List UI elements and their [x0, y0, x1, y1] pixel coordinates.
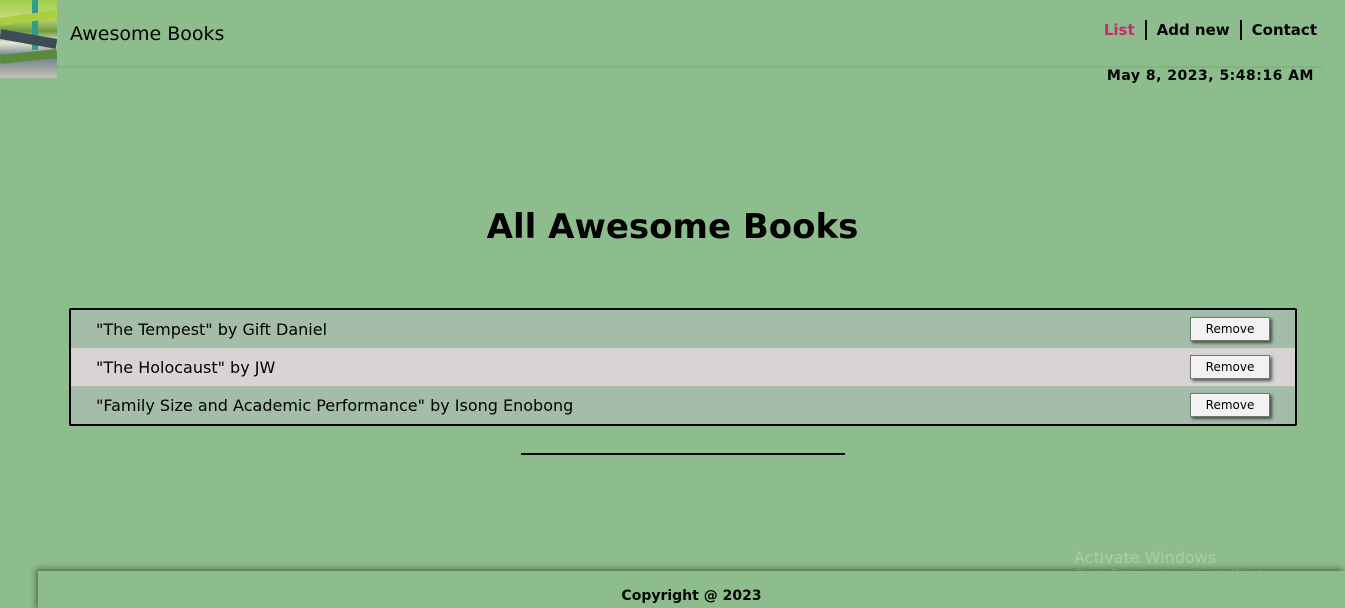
remove-button[interactable]: Remove	[1190, 317, 1270, 341]
current-datetime: May 8, 2023, 5:48:16 AM	[1106, 68, 1314, 84]
nav-add-new-link[interactable]: Add new	[1144, 20, 1240, 40]
remove-button[interactable]: Remove	[1190, 393, 1270, 417]
nav-contact-link[interactable]: Contact	[1239, 20, 1317, 40]
book-row: "The Tempest" by Gift Daniel Remove	[71, 310, 1295, 348]
remove-button[interactable]: Remove	[1190, 355, 1270, 379]
section-divider	[521, 453, 845, 455]
footer: Copyright @ 2023	[38, 571, 1345, 608]
main-nav: List Add new Contact	[1094, 20, 1317, 40]
logo-image	[0, 0, 57, 78]
book-row: "The Holocaust" by JW Remove	[71, 348, 1295, 386]
book-row: "Family Size and Academic Performance" b…	[71, 386, 1295, 424]
watermark-title: Activate Windows	[1074, 548, 1217, 567]
nav-list-link[interactable]: List	[1094, 20, 1145, 40]
book-title: "The Tempest" by Gift Daniel	[96, 319, 328, 339]
book-list: "The Tempest" by Gift Daniel Remove "The…	[69, 308, 1297, 426]
book-title: "The Holocaust" by JW	[96, 357, 276, 377]
copyright-text: Copyright @ 2023	[621, 588, 762, 604]
book-title: "Family Size and Academic Performance" b…	[96, 395, 574, 415]
brand-title: Awesome Books	[70, 23, 225, 45]
page-title: All Awesome Books	[486, 207, 859, 247]
